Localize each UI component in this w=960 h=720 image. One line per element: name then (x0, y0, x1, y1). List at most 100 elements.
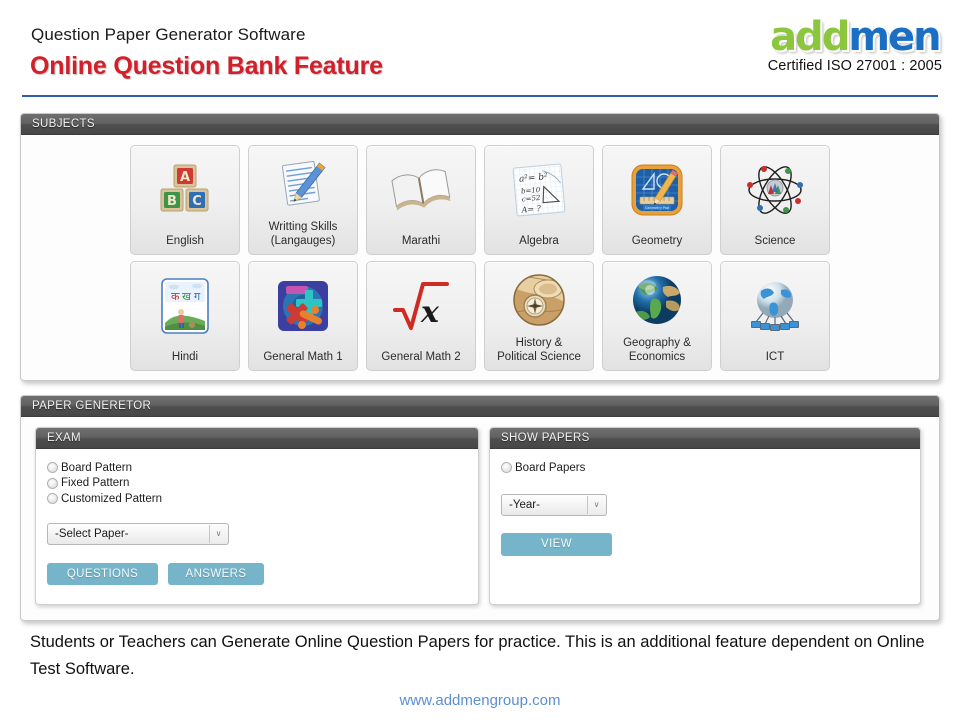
view-button[interactable]: VIEW (501, 532, 612, 556)
radical-x-icon: x (367, 262, 475, 351)
show-papers-body: Board Papers -Year- ∨ VIEW (490, 449, 920, 556)
atom-icon (721, 146, 829, 235)
svg-text:ख: ख (182, 290, 192, 303)
paper-generator-title: PAPER GENERETOR (32, 400, 152, 412)
radio-label: Customized Pattern (61, 492, 162, 505)
radio-customized-pattern[interactable]: Customized Pattern (47, 491, 478, 507)
radio-label: Board Pattern (61, 461, 132, 474)
svg-text:ग: ग (194, 290, 201, 303)
header-divider (22, 95, 938, 97)
subject-label-line1: History & (515, 337, 563, 349)
subject-label-line2: Economics (628, 350, 686, 363)
paper-generator-header: PAPER GENERETOR (21, 396, 939, 417)
subject-label-line2: Political Science (497, 350, 581, 363)
select-paper-dropdown[interactable]: -Select Paper- ∨ (47, 522, 229, 545)
answers-button[interactable]: ANSWERS (168, 562, 264, 585)
subject-row-1: A B C English Writting Skills (Langauges… (130, 145, 830, 255)
subject-label-line1: Writting Skills (268, 221, 338, 233)
subject-label: Algebra (519, 234, 559, 247)
iso-certification-label: Certified ISO 27001 : 2005 (767, 58, 942, 74)
open-book-icon (367, 146, 475, 235)
subject-tile-hindi[interactable]: क ख ग Hindi (130, 261, 240, 371)
geometry-pad-icon: Geometry Pad (603, 146, 711, 235)
subject-label: English (166, 234, 204, 247)
radio-button-icon[interactable] (47, 477, 58, 489)
select-year-value: -Year- (509, 498, 540, 511)
paper-generator-body: EXAM Board Pattern Fixed Pattern Customi… (21, 417, 939, 619)
math-symbols-icon (249, 262, 357, 351)
show-papers-title: SHOW PAPERS (501, 432, 590, 444)
svg-text:A= ?: A= ? (520, 204, 542, 215)
subject-label: Hindi (171, 350, 199, 363)
subjects-panel: SUBJECTS A B C English Writting Skills (… (20, 113, 940, 381)
chevron-down-icon[interactable]: ∨ (209, 524, 227, 543)
subject-tile-algebra[interactable]: a²= b² b=10 c=52 A= ? Algebra (484, 145, 594, 255)
radio-label: Board Papers (515, 461, 586, 474)
subject-label: General Math 1 (263, 350, 343, 363)
svg-text:क: क (171, 290, 180, 303)
radio-button-icon[interactable] (501, 462, 512, 474)
subjects-panel-title: SUBJECTS (32, 118, 95, 130)
subject-tile-geography-economics[interactable]: Geography & Economics (602, 261, 712, 371)
globe-earth-icon (603, 262, 711, 337)
brand-logo-text: addmen (768, 14, 942, 60)
subject-label: General Math 2 (381, 350, 461, 363)
subject-tile-geometry[interactable]: Geometry Pad Geometry (602, 145, 712, 255)
svg-text:x: x (420, 295, 440, 330)
subject-tile-general-math-1[interactable]: General Math 1 (248, 261, 358, 371)
subjects-grid: A B C English Writting Skills (Langauges… (21, 135, 939, 379)
subject-label: History & Political Science (487, 337, 591, 364)
subject-label: Marathi (401, 234, 441, 247)
globe-network-icon (721, 262, 829, 351)
questions-button[interactable]: QUESTIONS (47, 562, 158, 585)
radio-board-pattern[interactable]: Board Pattern (47, 460, 478, 476)
slide-page: Question Paper Generator Software Online… (0, 0, 960, 720)
footer-website-url[interactable]: www.addmengroup.com (0, 692, 960, 709)
select-year-dropdown[interactable]: -Year- ∨ (501, 493, 607, 516)
exam-panel-body: Board Pattern Fixed Pattern Customized P… (36, 449, 478, 585)
exam-button-row: QUESTIONS ANSWERS (47, 562, 478, 585)
notepad-pencil-icon (249, 146, 357, 221)
addmen-logo: addmen Certified ISO 27001 : 2005 (768, 14, 942, 74)
show-papers-header: SHOW PAPERS (490, 428, 920, 449)
subject-label-line1: Geography & (623, 337, 691, 349)
exam-panel: EXAM Board Pattern Fixed Pattern Customi… (35, 427, 479, 605)
radio-button-icon[interactable] (47, 462, 58, 474)
compass-map-icon (485, 262, 593, 337)
radio-fixed-pattern[interactable]: Fixed Pattern (47, 476, 478, 492)
subject-label: Geometry (631, 234, 683, 247)
subject-label: ICT (765, 350, 785, 363)
radio-board-papers[interactable]: Board Papers (501, 460, 920, 476)
radio-label: Fixed Pattern (61, 477, 130, 490)
subject-tile-english[interactable]: A B C English (130, 145, 240, 255)
subject-tile-writing-skills[interactable]: Writting Skills (Langauges) (248, 145, 358, 255)
chevron-down-icon[interactable]: ∨ (587, 495, 605, 514)
svg-text:C: C (192, 194, 202, 209)
subject-label: Writting Skills (Langauges) (251, 221, 355, 248)
subject-label: Science (754, 234, 796, 247)
subject-tile-general-math-2[interactable]: x General Math 2 (366, 261, 476, 371)
subject-tile-science[interactable]: Science (720, 145, 830, 255)
paper-generator-panel: PAPER GENERETOR EXAM Board Pattern Fixed… (20, 395, 940, 621)
subject-label: Geography & Economics (605, 337, 709, 364)
svg-text:Geometry Pad: Geometry Pad (645, 206, 669, 210)
subject-label-line2: (Langauges) (270, 234, 336, 247)
subject-tile-ict[interactable]: ICT (720, 261, 830, 371)
svg-text:c=52: c=52 (521, 194, 541, 204)
exam-panel-header: EXAM (36, 428, 478, 449)
page-header: Question Paper Generator Software Online… (0, 0, 960, 97)
algebra-notes-icon: a²= b² b=10 c=52 A= ? (485, 146, 593, 235)
radio-button-icon[interactable] (47, 493, 58, 505)
subjects-panel-header: SUBJECTS (21, 114, 939, 135)
select-paper-value: -Select Paper- (55, 527, 129, 540)
subject-tile-marathi[interactable]: Marathi (366, 145, 476, 255)
header-subtitle: Question Paper Generator Software (31, 25, 306, 44)
logo-text-men: men (848, 14, 941, 60)
svg-text:A: A (180, 170, 190, 185)
subject-row-2: क ख ग Hindi General Math 1 x General Mat… (130, 261, 830, 371)
caption-text: Students or Teachers can Generate Online… (30, 633, 925, 678)
abc-blocks-icon: A B C (131, 146, 239, 235)
page-title: Online Question Bank Feature (30, 52, 383, 80)
show-papers-panel: SHOW PAPERS Board Papers -Year- ∨ VIEW (489, 427, 921, 605)
subject-tile-history-political-science[interactable]: History & Political Science (484, 261, 594, 371)
